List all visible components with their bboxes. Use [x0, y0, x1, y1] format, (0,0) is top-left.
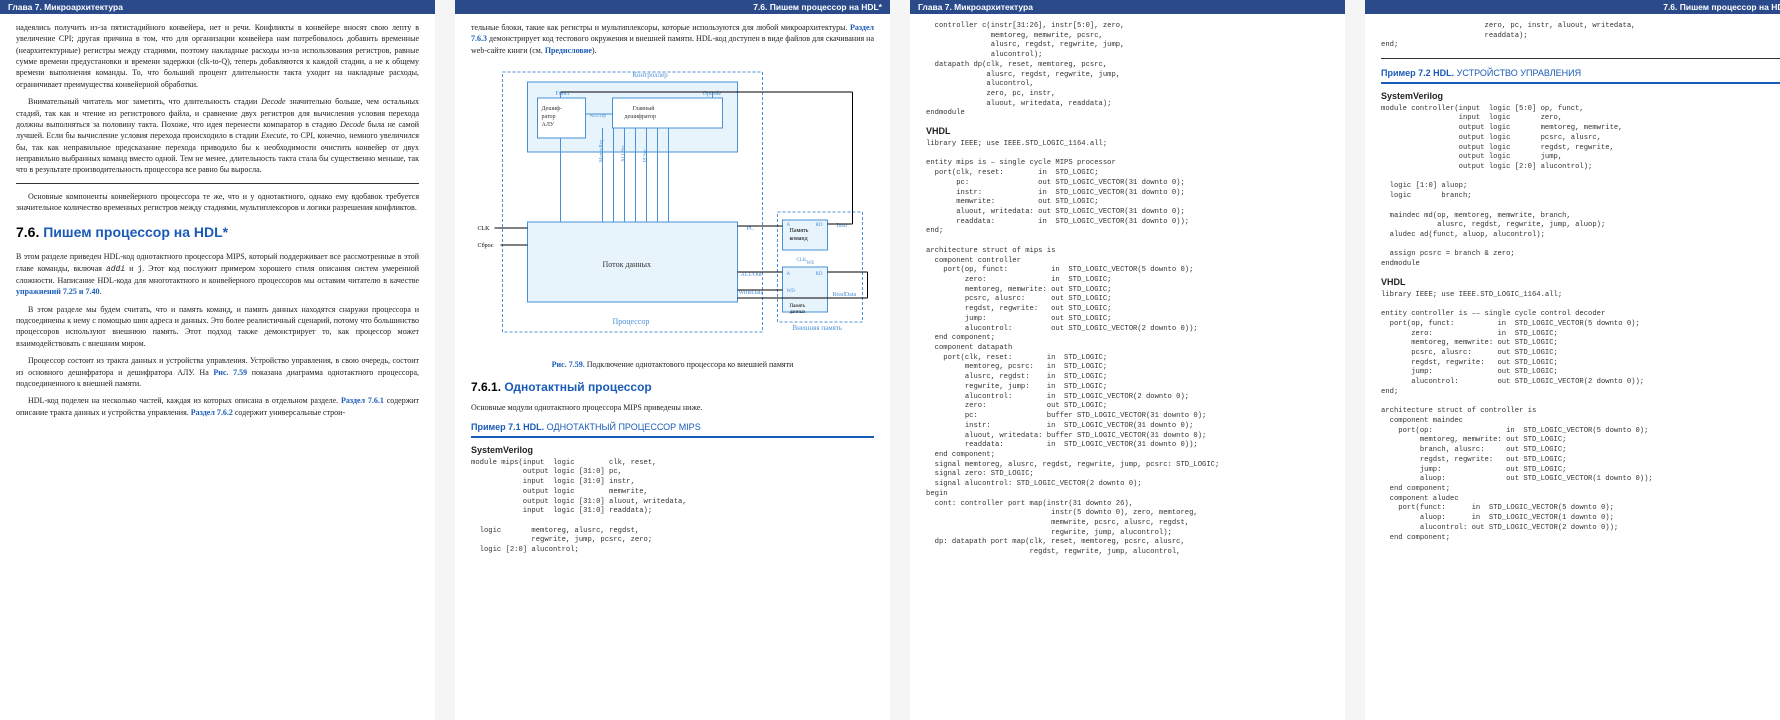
- figure: Контроллер Дешиф-раторАЛУ Главныйдешифра…: [471, 62, 874, 371]
- body-text: надеялись получить из-за пятистадийного …: [16, 22, 419, 90]
- header-left: Глава 7. Микроархитектура: [918, 2, 1033, 12]
- figure-link[interactable]: Рис. 7.59: [213, 368, 247, 377]
- book-page-2: 7.6. Пишем процессор на HDL* тельные бло…: [455, 0, 890, 720]
- example-header: Пример 7.2 HDL. УСТРОЙСТВО УПРАВЛЕНИЯ: [1381, 67, 1780, 84]
- page-header: 7.6. Пишем процессор на HDL*: [1365, 0, 1780, 14]
- svg-text:Процессор: Процессор: [613, 317, 650, 326]
- body-text: Основные компоненты конвейерного процесс…: [16, 191, 419, 214]
- body-text: В этом разделе приведен HDL-код однотакт…: [16, 251, 419, 297]
- processor-diagram: Контроллер Дешиф-раторАЛУ Главныйдешифра…: [471, 62, 874, 352]
- body-text: HDL-код поделен на несколько частей, каж…: [16, 395, 419, 418]
- code-listing: library IEEE; use IEEE.STD_LOGIC_1164.al…: [926, 140, 1329, 558]
- code-listing: zero, pc, instr, aluout, writedata, read…: [1381, 22, 1780, 51]
- svg-text:WD: WD: [787, 289, 796, 294]
- svg-text:A: A: [787, 223, 791, 228]
- code-listing: library IEEE; use IEEE.STD_LOGIC_1164.al…: [1381, 291, 1780, 544]
- section-link[interactable]: Раздел 7.6.1: [341, 396, 384, 405]
- code-listing: module mips(input logic clk, reset, outp…: [471, 459, 874, 556]
- page-header: 7.6. Пишем процессор на HDL*: [455, 0, 890, 14]
- header-right: 7.6. Пишем процессор на HDL*: [1663, 2, 1780, 12]
- svg-text:Памятьданных: Памятьданных: [790, 304, 806, 315]
- svg-text:Контроллер: Контроллер: [633, 71, 669, 79]
- language-label: SystemVerilog: [1381, 90, 1780, 103]
- svg-text:RD: RD: [816, 223, 823, 228]
- section-heading: 7.6. Пишем процессор на HDL*: [16, 223, 419, 243]
- page-header: Глава 7. Микроархитектура: [0, 0, 435, 14]
- header-left: Глава 7. Микроархитектура: [8, 2, 123, 12]
- preface-link[interactable]: Предисловие: [545, 46, 592, 55]
- body-text: тельные блоки, такие как регистры и муль…: [471, 22, 874, 56]
- svg-text:ReadData: ReadData: [833, 292, 857, 298]
- svg-text:WE: WE: [807, 261, 815, 266]
- divider: [1381, 58, 1780, 59]
- example-header: Пример 7.1 HDL. ОДНОТАКТНЫЙ ПРОЦЕССОР MI…: [471, 421, 874, 438]
- divider: [16, 183, 419, 184]
- header-right: 7.6. Пишем процессор на HDL*: [753, 2, 882, 12]
- svg-text:Поток данных: Поток данных: [603, 260, 652, 269]
- book-page-1: Глава 7. Микроархитектура надеялись полу…: [0, 0, 435, 720]
- subsection-heading: 7.6.1. Однотактный процессор: [471, 379, 874, 396]
- code-listing: module controller(input logic [5:0] op, …: [1381, 105, 1780, 270]
- language-label: VHDL: [926, 125, 1329, 138]
- body-text: Процессор состоит из тракта данных и уст…: [16, 355, 419, 389]
- svg-text:Сброс: Сброс: [478, 242, 494, 249]
- body-text: В этом разделе мы будем считать, что и п…: [16, 304, 419, 349]
- svg-text:CLK: CLK: [478, 226, 491, 232]
- body-text: Основные модули однотактного процессора …: [471, 402, 874, 413]
- svg-text:CLK: CLK: [797, 258, 807, 263]
- svg-text:ALUOut: ALUOut: [741, 272, 763, 278]
- exercise-link[interactable]: упражнений 7.25 и 7.40: [16, 287, 99, 296]
- section-link[interactable]: Раздел 7.6.2: [191, 408, 233, 417]
- svg-text:RD: RD: [816, 272, 823, 277]
- book-page-3: Глава 7. Микроархитектура controller c(i…: [910, 0, 1345, 720]
- svg-text:ALUOp: ALUOp: [590, 114, 607, 119]
- svg-text:PC: PC: [747, 226, 754, 232]
- language-label: SystemVerilog: [471, 444, 874, 457]
- body-text: Внимательный читатель мог заметить, что …: [16, 96, 419, 176]
- svg-text:A: A: [787, 272, 791, 277]
- language-label: VHDL: [1381, 276, 1780, 289]
- svg-text:WriteData: WriteData: [739, 290, 764, 296]
- code-listing: controller c(instr[31:26], instr[5:0], z…: [926, 22, 1329, 119]
- svg-text:Внешняя память: Внешняя память: [793, 324, 843, 332]
- page-header: Глава 7. Микроархитектура: [910, 0, 1345, 14]
- figure-caption: Рис. 7.59. Подключение однотактового про…: [471, 359, 874, 370]
- book-page-4: 7.6. Пишем процессор на HDL* zero, pc, i…: [1365, 0, 1780, 720]
